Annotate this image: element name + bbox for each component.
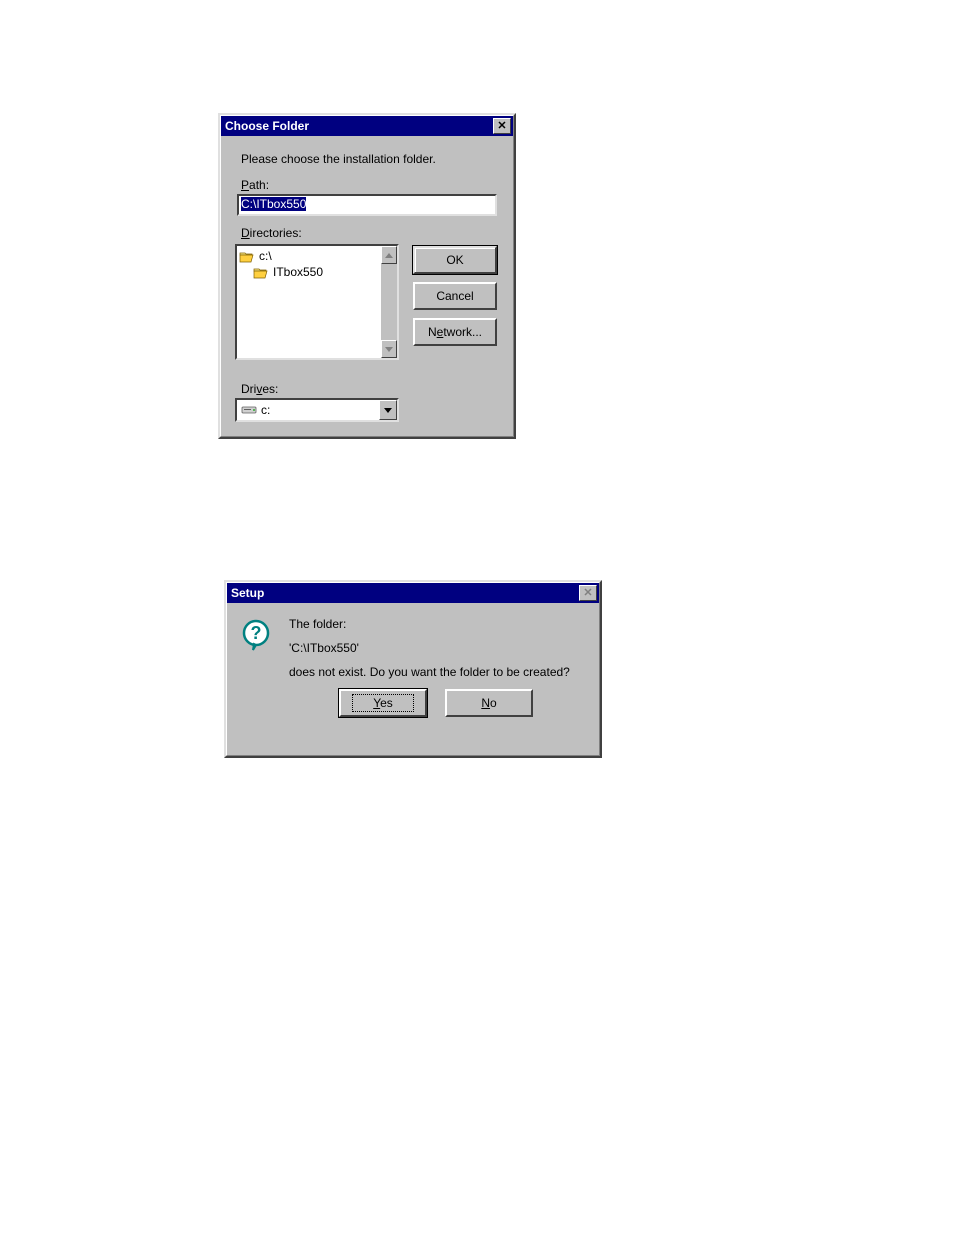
folder-open-icon bbox=[253, 266, 269, 279]
drive-icon bbox=[241, 405, 257, 415]
question-icon: ? bbox=[241, 619, 273, 651]
message-line: The folder: bbox=[289, 617, 583, 631]
no-button[interactable]: No bbox=[445, 689, 533, 717]
cancel-button[interactable]: Cancel bbox=[413, 282, 497, 310]
titlebar[interactable]: Choose Folder ✕ bbox=[221, 116, 513, 136]
list-item[interactable]: c:\ bbox=[239, 248, 379, 264]
dialog-title: Setup bbox=[231, 586, 264, 600]
message-path: 'C:\ITbox550' bbox=[289, 641, 583, 655]
chevron-down-icon[interactable] bbox=[379, 400, 397, 420]
directories-listbox[interactable]: c:\ ITbox550 bbox=[235, 244, 399, 360]
scroll-down-icon[interactable] bbox=[381, 340, 397, 358]
path-value: C:\ITbox550 bbox=[241, 197, 306, 211]
close-icon[interactable]: ✕ bbox=[579, 585, 597, 601]
svg-text:?: ? bbox=[251, 623, 262, 643]
titlebar[interactable]: Setup ✕ bbox=[227, 583, 599, 603]
scroll-up-icon[interactable] bbox=[381, 246, 397, 264]
close-icon[interactable]: ✕ bbox=[493, 118, 511, 134]
scroll-track[interactable] bbox=[381, 264, 397, 340]
scrollbar[interactable] bbox=[381, 246, 397, 358]
drives-combobox[interactable]: c: bbox=[235, 398, 399, 422]
folder-open-icon bbox=[239, 250, 255, 263]
drive-value: c: bbox=[261, 403, 270, 417]
ok-button[interactable]: OK bbox=[413, 246, 497, 274]
choose-folder-dialog: Choose Folder ✕ Please choose the instal… bbox=[218, 113, 516, 439]
list-item[interactable]: ITbox550 bbox=[239, 264, 379, 280]
path-input[interactable]: C:\ITbox550 bbox=[237, 194, 497, 216]
tree-item-label: c:\ bbox=[259, 249, 272, 263]
message-question: does not exist. Do you want the folder t… bbox=[289, 665, 583, 679]
dialog-title: Choose Folder bbox=[225, 119, 309, 133]
setup-confirm-dialog: Setup ✕ ? The folder: 'C:\ITbox550' does… bbox=[224, 580, 602, 758]
network-button[interactable]: Network... bbox=[413, 318, 497, 346]
drives-label: Drives: bbox=[241, 382, 499, 396]
yes-button[interactable]: Yes bbox=[339, 689, 427, 717]
directories-label: Directories: bbox=[241, 226, 499, 240]
path-label: Path: bbox=[241, 178, 499, 192]
tree-item-label: ITbox550 bbox=[273, 265, 323, 279]
instruction-text: Please choose the installation folder. bbox=[241, 152, 499, 166]
